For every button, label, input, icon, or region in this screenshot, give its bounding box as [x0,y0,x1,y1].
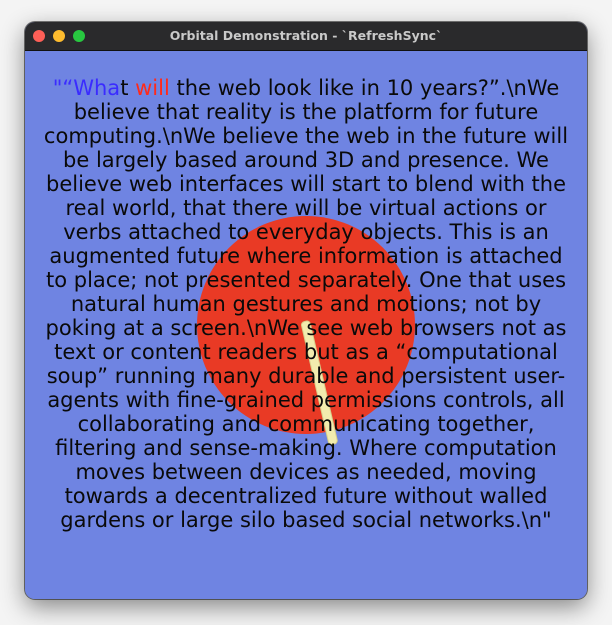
app-window: Orbital Demonstration - `RefreshSync` "“… [25,22,587,599]
title-bar[interactable]: Orbital Demonstration - `RefreshSync` [25,22,587,51]
manifesto-text: "“What will the web look like in 10 year… [39,76,573,532]
highlight-will: will [135,76,170,100]
quote-open: "“ [52,76,74,100]
text-body: the web look like in 10 years?”.\nWe bel… [43,76,569,532]
canvas-area[interactable]: "“What will the web look like in 10 year… [25,51,587,599]
window-title: Orbital Demonstration - `RefreshSync` [169,28,443,43]
text-t: t [120,76,136,100]
highlight-wha: Wha [73,76,121,100]
